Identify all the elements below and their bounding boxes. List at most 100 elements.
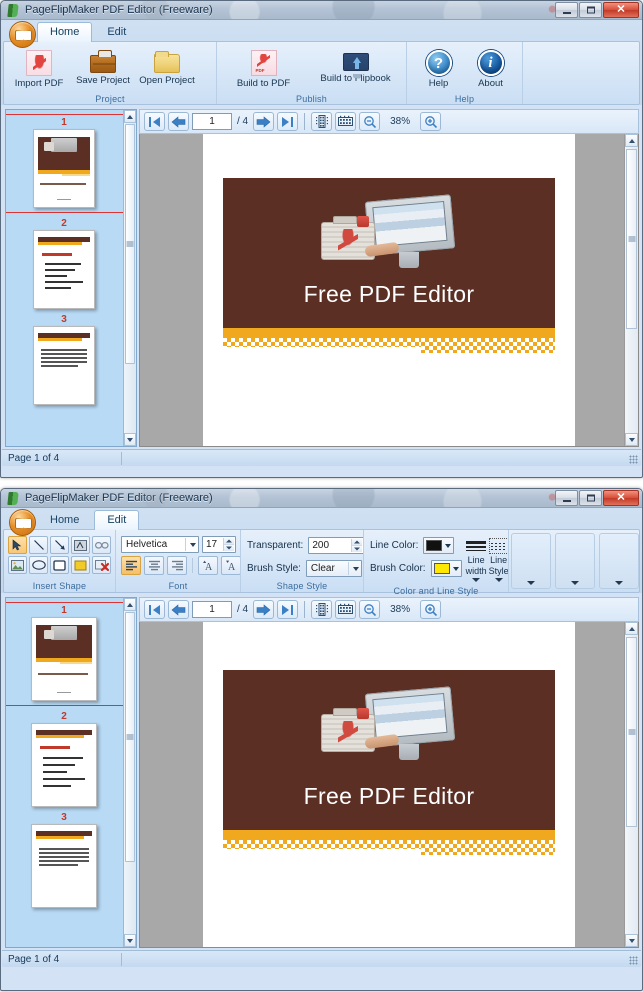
scroll-up-icon[interactable]: [625, 622, 638, 635]
zoom-out-button[interactable]: [359, 112, 381, 131]
ribbon-tabstrip: Home Edit: [1, 508, 642, 536]
overflow-group-2[interactable]: [555, 533, 595, 589]
resize-grip[interactable]: [629, 956, 638, 965]
thumbnail-item-1[interactable]: 1 Free PDF Editor: [6, 113, 127, 217]
spinner-arrows-icon[interactable]: [351, 539, 363, 552]
document-page[interactable]: Free PDF Editor: [203, 622, 575, 947]
thumbnail-item-3[interactable]: 3: [6, 811, 122, 912]
canvas-scrollbar[interactable]: [624, 622, 638, 947]
help-button[interactable]: ? Help: [413, 46, 465, 94]
spinner-arrows-icon[interactable]: [223, 538, 234, 551]
text-box-tool-button[interactable]: [71, 536, 90, 554]
thumbnail-scrollbar[interactable]: [123, 598, 136, 947]
font-family-select[interactable]: Helvetica: [121, 536, 199, 553]
document-canvas[interactable]: Free PDF Editor: [139, 622, 639, 948]
open-project-button[interactable]: Open Project: [135, 46, 199, 94]
scroll-down-icon[interactable]: [625, 433, 638, 446]
next-page-button[interactable]: [253, 600, 275, 619]
scroll-up-icon[interactable]: [625, 134, 638, 147]
thumbnail-item-2[interactable]: 2: [6, 710, 122, 811]
scrollbar-thumb[interactable]: [626, 637, 637, 827]
canvas-scrollbar[interactable]: [624, 134, 638, 446]
filled-rectangle-tool-button[interactable]: [71, 556, 90, 574]
tab-edit[interactable]: Edit: [94, 510, 140, 530]
next-page-button[interactable]: [253, 112, 275, 131]
document-canvas[interactable]: Free PDF Editor: [139, 134, 639, 447]
arrow-tool-button[interactable]: [50, 536, 69, 554]
build-to-pdf-button[interactable]: PDF Build to PDF: [223, 46, 305, 94]
overflow-group-1[interactable]: [511, 533, 551, 589]
line-tool-button[interactable]: [29, 536, 48, 554]
application-menu-button[interactable]: [9, 509, 36, 536]
single-page-view-button[interactable]: [311, 600, 333, 619]
delete-shape-tool-button[interactable]: [92, 556, 111, 574]
scroll-up-icon[interactable]: [124, 110, 136, 123]
first-page-button[interactable]: [144, 600, 165, 619]
last-page-button[interactable]: [277, 600, 299, 619]
transparent-stepper[interactable]: 200: [308, 537, 365, 554]
zoom-in-button[interactable]: [420, 112, 442, 131]
align-center-button[interactable]: [144, 556, 164, 575]
zoom-out-button[interactable]: [359, 600, 381, 619]
minimize-button[interactable]: [555, 2, 578, 18]
title-bar[interactable]: PageFlipMaker PDF Editor (Freeware) ✕: [1, 1, 642, 20]
page-number-input[interactable]: 1: [192, 113, 232, 130]
build-to-flipbook-button[interactable]: Build to Flipbook: [311, 46, 401, 94]
thumbnail-selected-frame: 1 Free PDF Editor: [6, 602, 127, 706]
shrink-font-button[interactable]: A: [221, 556, 241, 575]
last-page-button[interactable]: [277, 112, 299, 131]
brush-color-picker[interactable]: [430, 560, 462, 577]
page-number-input[interactable]: 1: [192, 601, 232, 618]
first-page-button[interactable]: [144, 112, 165, 131]
thumbnail-item-1[interactable]: 1 Free PDF Editor: [6, 601, 127, 710]
image-tool-button[interactable]: [8, 556, 27, 574]
minimize-button[interactable]: [555, 490, 578, 506]
title-bar[interactable]: PageFlipMaker PDF Editor (Freeware) ✕: [1, 489, 642, 508]
thumbnail-item-3[interactable]: 3: [6, 313, 122, 409]
application-menu-button[interactable]: [9, 21, 36, 48]
brush-style-select[interactable]: Clear: [305, 560, 362, 577]
tab-edit[interactable]: Edit: [94, 22, 139, 42]
line-color-picker[interactable]: [423, 537, 455, 554]
scroll-down-icon[interactable]: [124, 433, 136, 446]
scrollbar-thumb[interactable]: [125, 124, 135, 364]
about-button[interactable]: i About: [465, 46, 517, 94]
previous-page-button[interactable]: [168, 600, 189, 619]
scroll-down-icon[interactable]: [625, 934, 638, 947]
thumbnail-scrollbar[interactable]: [123, 110, 136, 446]
maximize-button[interactable]: [579, 490, 602, 506]
ribbon-home-body: Import PDF Save Project Open Project Pro…: [3, 41, 640, 105]
scrollbar-thumb[interactable]: [626, 149, 637, 329]
maximize-button[interactable]: [579, 2, 602, 18]
tab-home[interactable]: Home: [37, 510, 92, 530]
ellipse-tool-button[interactable]: [29, 556, 48, 574]
line-style-button[interactable]: Line Style: [488, 534, 510, 586]
single-page-view-button[interactable]: [311, 112, 333, 131]
close-button[interactable]: ✕: [603, 2, 639, 18]
rectangle-tool-button[interactable]: [50, 556, 69, 574]
grow-font-button[interactable]: A: [198, 556, 218, 575]
zoom-in-button[interactable]: [420, 600, 442, 619]
document-page[interactable]: Free PDF Editor: [203, 134, 575, 446]
align-left-button[interactable]: [121, 556, 141, 575]
overflow-group-3[interactable]: [599, 533, 639, 589]
thumbnail-panel[interactable]: 1 Free PDF Editor 2 3: [5, 109, 137, 447]
scroll-down-icon[interactable]: [124, 934, 136, 947]
thumbnail-item-2[interactable]: 2: [6, 217, 122, 313]
align-right-button[interactable]: [167, 556, 187, 575]
resize-grip[interactable]: [629, 455, 638, 464]
previous-page-button[interactable]: [168, 112, 189, 131]
import-pdf-button[interactable]: Import PDF: [7, 46, 71, 94]
tab-home[interactable]: Home: [37, 22, 93, 42]
line-width-button[interactable]: Line width: [465, 534, 488, 586]
thumbnail-panel[interactable]: 1 Free PDF Editor 2 3: [5, 597, 137, 948]
select-tool-button[interactable]: [8, 536, 27, 554]
close-button[interactable]: ✕: [603, 490, 639, 506]
thumbnail-view-button[interactable]: [335, 112, 357, 131]
link-tool-button[interactable]: [92, 536, 111, 554]
font-size-stepper[interactable]: 17: [202, 536, 236, 553]
scrollbar-thumb[interactable]: [125, 612, 135, 862]
thumbnail-view-button[interactable]: [335, 600, 357, 619]
scroll-up-icon[interactable]: [124, 598, 136, 611]
save-project-button[interactable]: Save Project: [71, 46, 135, 94]
